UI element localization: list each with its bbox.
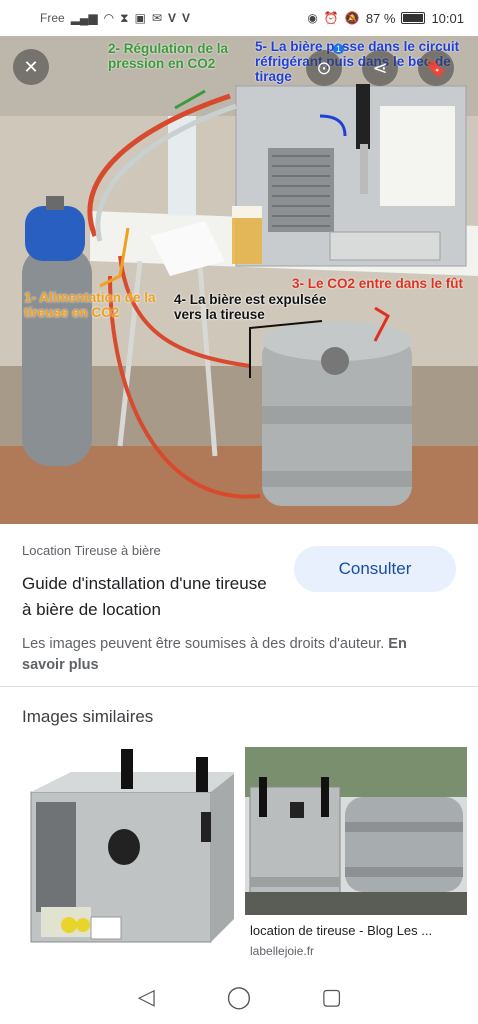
v-icon-2: V (182, 11, 191, 25)
bookmark-button[interactable]: 🔖 (418, 50, 454, 86)
eye-icon: ◉ (307, 11, 318, 25)
battery-percent: 87 % (365, 10, 396, 26)
annotation-expulsee: 4- La bière est expulsée vers la tireuse (174, 292, 327, 322)
system-nav-bar: ◁ ◯ ▢ (0, 970, 478, 1024)
similar-item-2[interactable] (245, 747, 467, 915)
hero-image[interactable]: 2- Régulation de la pression en CO2 5- L… (0, 36, 478, 524)
status-left: Free ▂▄▆ ◠ ⧗ ▣ ✉ V V (40, 11, 190, 26)
consult-button[interactable]: Consulter (294, 546, 456, 592)
bookmark-icon: 🔖 (424, 57, 448, 78)
lens-icon: ⊙ (316, 57, 332, 78)
similar-image-2 (245, 747, 467, 915)
share-icon: ⋖ (372, 57, 388, 78)
share-button[interactable]: ⋖ (362, 50, 398, 86)
similar-item-2-caption[interactable]: location de tireuse - Blog Les ... (250, 923, 465, 938)
result-title[interactable]: Guide d'installation d'une tireuse à biè… (22, 571, 272, 623)
carrier-label: Free (40, 11, 65, 25)
mail-icon: ✉ (151, 11, 162, 25)
alarm-icon: ⏰ (323, 11, 339, 25)
home-button[interactable]: ◯ (224, 982, 254, 1012)
divider (0, 686, 478, 687)
clock: 10:01 (431, 10, 464, 26)
lens-button[interactable]: ⊙ 1 (306, 44, 344, 86)
v-icon: V (167, 11, 176, 25)
hourglass-icon: ⧗ (120, 10, 129, 25)
recents-icon: ▢ (321, 984, 343, 1009)
annotation-co2-fut: 3- Le CO2 entre dans le fût (292, 276, 464, 291)
battery-icon (401, 12, 426, 24)
mute-icon: 🔕 (344, 11, 360, 25)
lens-badge: 1 (332, 44, 344, 54)
close-icon: ✕ (23, 56, 39, 77)
notification-icon: ▣ (134, 11, 146, 25)
status-right: ◉ ⏰ 🔕 87 % 10:01 (307, 11, 464, 26)
similar-heading: Images similaires (22, 707, 154, 726)
similar-image-1 (30, 749, 234, 943)
recents-button[interactable]: ▢ (317, 982, 347, 1012)
wifi-icon: ◠ (103, 11, 115, 25)
battery-level (403, 14, 423, 22)
annotation-regulation: 2- Régulation de la pression en CO2 (108, 41, 229, 71)
result-source[interactable]: Location Tireuse à bière (22, 543, 161, 558)
signal-icon: ▂▄▆ (70, 11, 98, 25)
copyright-notice: Les images peuvent être soumises à des d… (22, 634, 452, 676)
back-icon: ◁ (137, 984, 155, 1009)
status-bar: Free ▂▄▆ ◠ ⧗ ▣ ✉ V V ◉ ⏰ 🔕 87 % 10:01 (0, 0, 478, 36)
similar-item-1[interactable] (11, 747, 234, 969)
home-icon: ◯ (226, 984, 252, 1009)
similar-item-2-domain: labellejoie.fr (250, 944, 315, 958)
copyright-text: Les images peuvent être soumises à des d… (22, 636, 385, 652)
annotation-alimentation: 1- Alimentation de la tireuse en CO2 (24, 290, 156, 320)
back-button[interactable]: ◁ (131, 982, 161, 1012)
close-button[interactable]: ✕ (13, 49, 49, 85)
